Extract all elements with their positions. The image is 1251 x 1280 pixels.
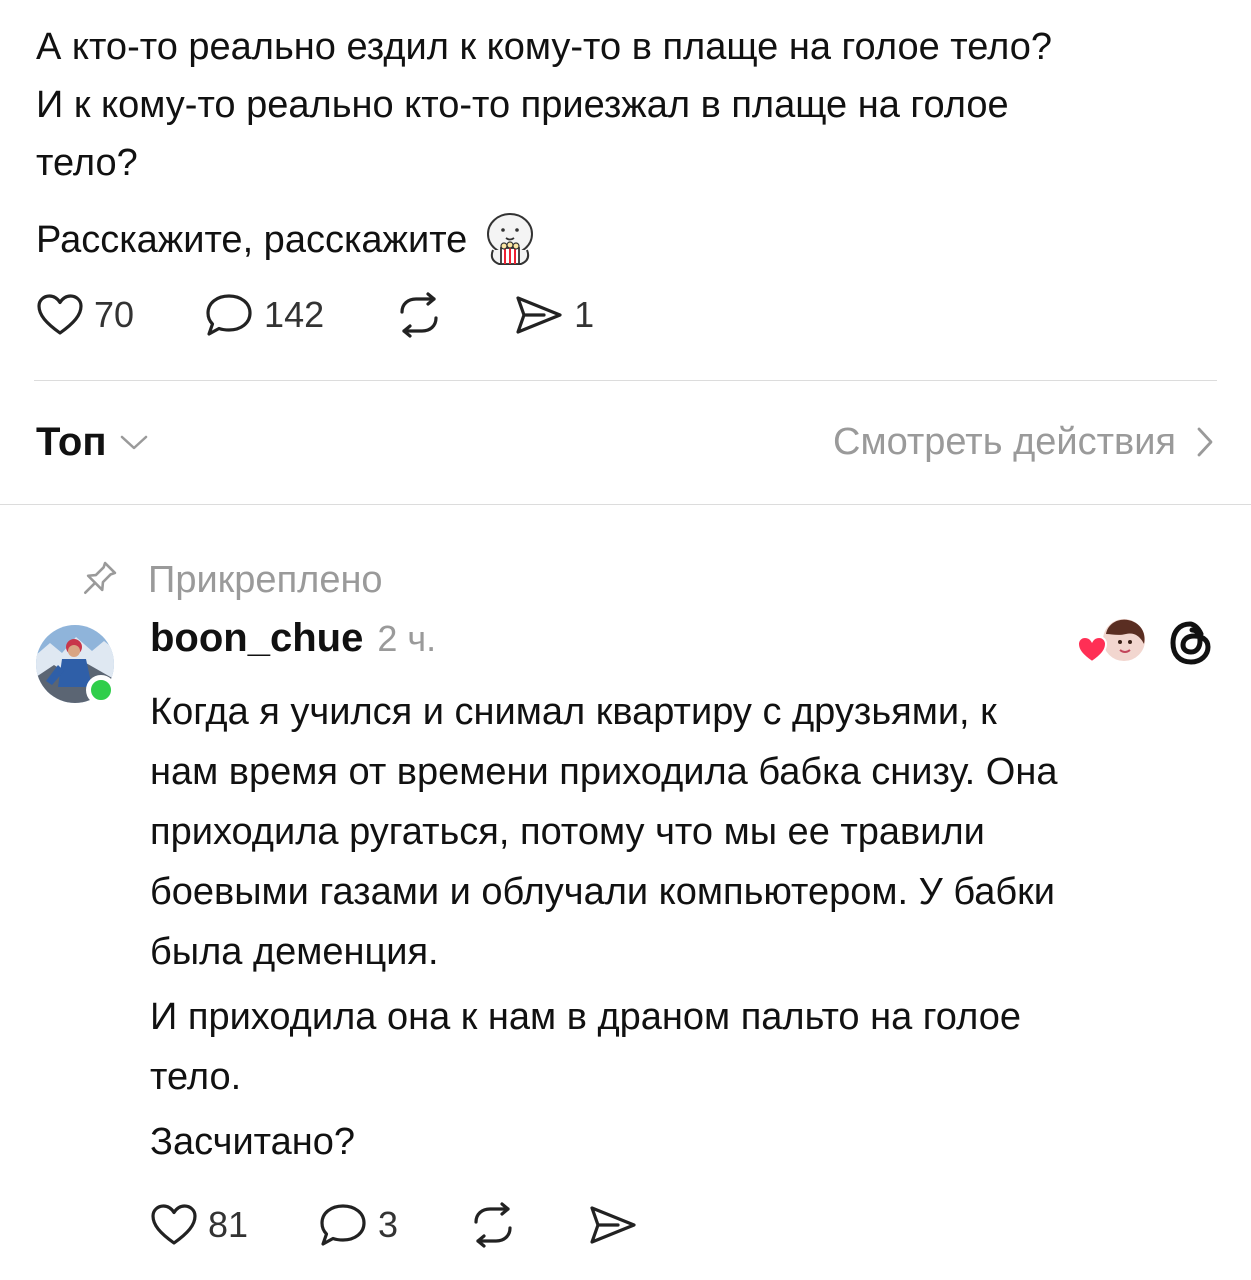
reply-count: 142 (264, 294, 325, 335)
sort-dropdown[interactable]: Топ (36, 420, 149, 465)
post-line: тело? (36, 142, 138, 184)
comment-line: боевыми газами и облучали компьютером. У… (150, 871, 1055, 913)
comment-line: Когда я учился и снимал квартиру с друзь… (150, 691, 997, 733)
comment-line: Засчитано? (150, 1121, 356, 1163)
post-paragraph-text: Расскажите, расскажите (36, 219, 468, 261)
liked-by-author-indicator (1076, 616, 1148, 668)
pinned-indicator: Прикреплено (76, 558, 383, 602)
comment-line: нам время от времени приходила бабка сни… (150, 751, 1058, 793)
repost-icon (474, 1202, 512, 1248)
pinned-label: Прикреплено (148, 558, 383, 601)
like-count: 70 (94, 294, 135, 335)
reply-button[interactable]: 3 (318, 1202, 398, 1248)
post-line: А кто-то реально ездил к кому-то в плаще… (36, 26, 1052, 68)
sort-label: Топ (36, 419, 107, 464)
divider (0, 504, 1251, 505)
divider (34, 380, 1217, 381)
chevron-down-icon (120, 435, 147, 450)
heart-badge-icon (1076, 635, 1108, 664)
repost-icon (400, 292, 438, 338)
comment-line: тело. (150, 1056, 242, 1098)
sort-row: Топ Смотреть действия (36, 412, 1216, 472)
popcorn-sticker-icon (481, 210, 539, 270)
share-button[interactable] (588, 1203, 638, 1247)
username[interactable]: boon_chue (150, 616, 363, 661)
comment-line: И приходила она к нам в драном пальто на… (150, 996, 1021, 1038)
post-text: А кто-то реально ездил к кому-то в плаще… (36, 18, 1226, 192)
post-actions: 70 142 1 (36, 292, 594, 338)
comment-actions: 81 3 (150, 1202, 638, 1248)
reply-count: 3 (378, 1204, 399, 1245)
comment-body: Когда я учился и снимал квартиру с друзь… (150, 682, 1230, 1172)
comment-line: приходила ругаться, потому что мы ее тра… (150, 811, 985, 853)
send-icon (590, 1206, 636, 1244)
reply-button[interactable]: 142 (204, 292, 324, 338)
online-status-dot (86, 675, 116, 705)
view-activity-link[interactable]: Смотреть действия (833, 421, 1216, 464)
comment-line: была деменция. (150, 931, 439, 973)
view-activity-label: Смотреть действия (833, 420, 1176, 463)
send-icon (516, 296, 562, 334)
timestamp: 2 ч. (377, 618, 437, 659)
comment-icon (206, 294, 252, 336)
repost-button[interactable] (468, 1202, 518, 1248)
heart-icon (151, 1204, 197, 1245)
pin-icon (83, 561, 117, 595)
share-button[interactable]: 1 (514, 293, 594, 337)
like-button[interactable]: 81 (150, 1203, 248, 1247)
post-paragraph: Расскажите, расскажите (36, 210, 539, 270)
comment-icon (320, 1204, 366, 1246)
share-count: 1 (574, 294, 595, 335)
like-button[interactable]: 70 (36, 293, 134, 337)
like-count: 81 (208, 1204, 249, 1245)
heart-icon (37, 294, 83, 335)
post-line: И к кому-то реально кто-то приезжал в пл… (36, 84, 1009, 126)
threads-logo-icon[interactable] (1166, 618, 1216, 668)
comment-header: boon_chue 2 ч. (150, 616, 436, 668)
chevron-right-icon (1197, 427, 1213, 457)
repost-button[interactable] (394, 292, 444, 338)
